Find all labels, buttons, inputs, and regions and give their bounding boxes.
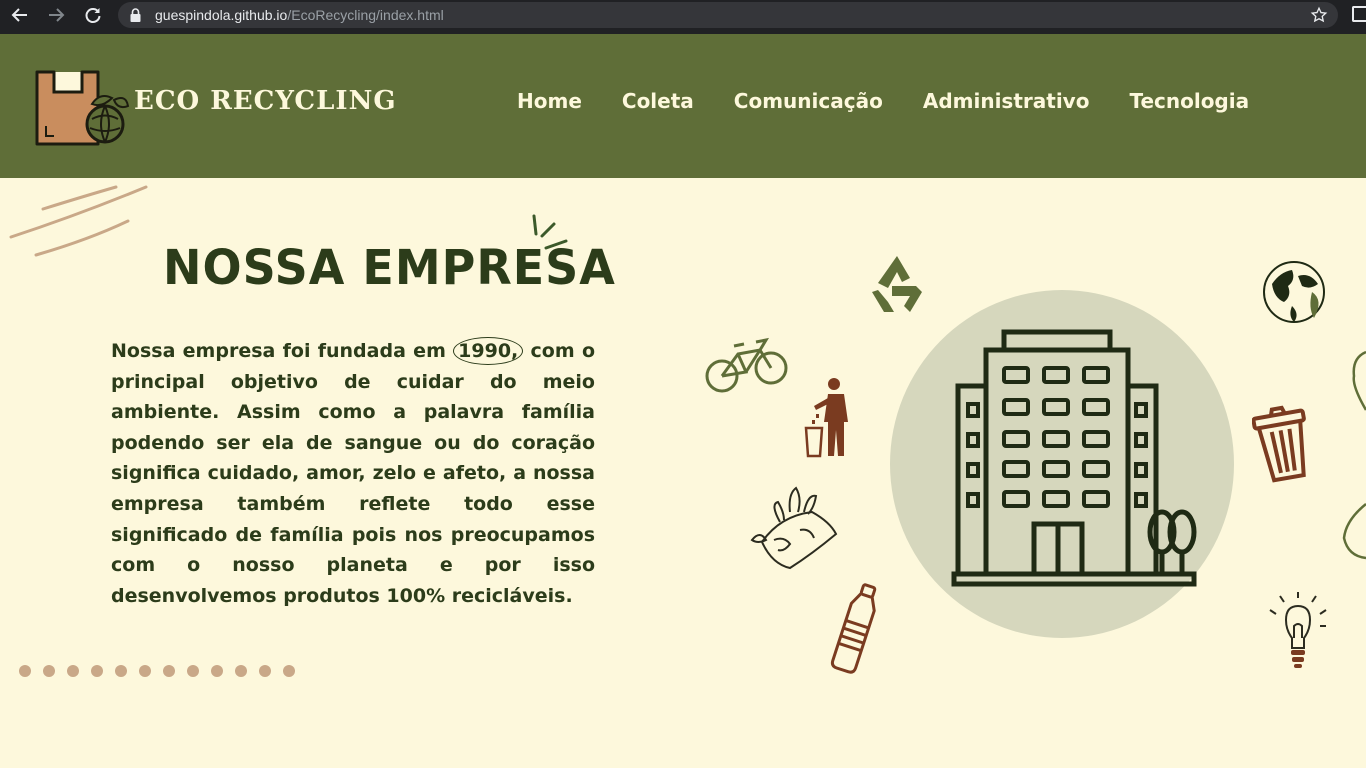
address-bar[interactable]: guespindola.github.io/EcoRecycling/index… [118,2,1338,28]
year-highlight: 1990, [453,337,524,365]
reload-icon[interactable] [80,3,106,27]
nav-administrativo[interactable]: Administrativo [923,89,1090,113]
star-icon[interactable] [1310,6,1328,29]
brand-name: ECO RECYCLING [134,86,397,116]
nav-home[interactable]: Home [517,89,582,113]
lightbulb-icon [1269,592,1327,668]
site-header: ECO RECYCLING Home Coleta Comunicação Ad… [0,34,1366,178]
extension-icon[interactable] [1352,6,1366,22]
decorative-dots [19,665,295,677]
logo[interactable]: ECO RECYCLING [32,64,396,150]
building-icon [890,290,1234,638]
decorative-lines [9,185,148,257]
nav-comunicacao[interactable]: Comunicação [734,89,883,113]
sparkle-icon [532,214,568,250]
recycling-bag-icon [35,70,130,146]
main-nav: Home Coleta Comunicação Administrativo T… [517,89,1249,113]
bottle-icon [830,583,877,674]
earth-plants-icon [750,486,838,570]
forward-icon[interactable] [43,3,69,27]
back-icon[interactable] [7,3,33,27]
trash-can-icon [1252,405,1306,483]
browser-toolbar: guespindola.github.io/EcoRecycling/index… [0,0,1366,34]
leaf-icon [1352,350,1366,411]
bicycle-icon [705,337,788,393]
nav-tecnologia[interactable]: Tecnologia [1129,89,1249,113]
illustration [690,200,1366,700]
recycle-icon [872,256,922,312]
plant-icon [1342,503,1366,560]
company-description: Nossa empresa foi fundada em 1990, com o… [111,336,595,611]
nav-coleta[interactable]: Coleta [622,89,694,113]
lock-icon [130,8,141,27]
url-text: guespindola.github.io/EcoRecycling/index… [155,7,444,23]
person-trash-icon [804,378,848,458]
globe-icon [1263,261,1325,323]
